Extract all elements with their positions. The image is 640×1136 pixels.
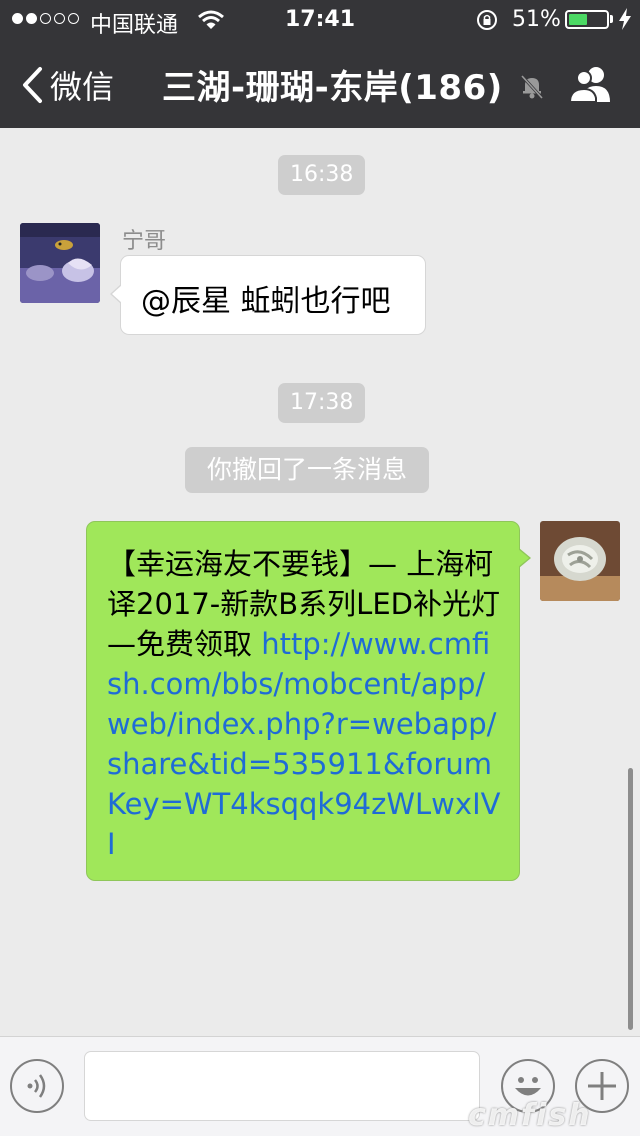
navigation-bar: 微信 三湖-珊瑚-东岸(186) — [0, 40, 640, 128]
back-button[interactable]: 微信 — [20, 62, 114, 108]
chat-area[interactable]: 16:38 宁哥 @辰星 蚯蚓也行吧 17:38 你撤回了一条消息 【幸运海友不… — [0, 128, 640, 1036]
avatar[interactable] — [20, 223, 100, 303]
group-members-icon[interactable] — [566, 64, 616, 104]
message-input[interactable] — [84, 1051, 480, 1121]
avatar-image — [540, 521, 620, 601]
incoming-message-bubble[interactable]: @辰星 蚯蚓也行吧 — [110, 255, 426, 335]
rotation-lock-icon — [477, 10, 497, 30]
voice-button[interactable] — [10, 1059, 64, 1113]
timestamp: 17:38 — [278, 383, 366, 423]
chat-title: 三湖-珊瑚-东岸(186) — [162, 68, 503, 108]
avatar-image — [20, 223, 100, 303]
scrollbar[interactable] — [628, 768, 633, 1030]
back-label: 微信 — [50, 68, 115, 106]
outgoing-message-bubble[interactable]: 【幸运海友不要钱】— 上海柯译2017-新款B系列LED补光灯—免费领取 htt… — [86, 521, 531, 881]
battery-icon — [565, 10, 609, 29]
chevron-left-icon — [23, 67, 42, 103]
status-bar: 中国联通 17:41 51% — [0, 0, 640, 40]
sender-name: 宁哥 — [122, 229, 167, 254]
my-avatar[interactable] — [540, 521, 620, 601]
timestamp: 16:38 — [278, 155, 366, 195]
mute-bell-icon — [520, 74, 544, 100]
battery-percent: 51% — [512, 7, 561, 32]
message-text: @辰星 蚯蚓也行吧 — [141, 284, 391, 319]
voice-icon — [27, 1074, 46, 1098]
recall-notice: 你撤回了一条消息 — [185, 447, 430, 493]
watermark: cmfish — [468, 1098, 592, 1133]
top-bar: 中国联通 17:41 51% 微信 三湖-珊瑚-东岸(186) — [0, 0, 640, 128]
message-link[interactable]: http://www.cmfish.com/bbs/mobcent/app/we… — [107, 627, 500, 861]
charging-bolt-icon — [619, 8, 631, 30]
